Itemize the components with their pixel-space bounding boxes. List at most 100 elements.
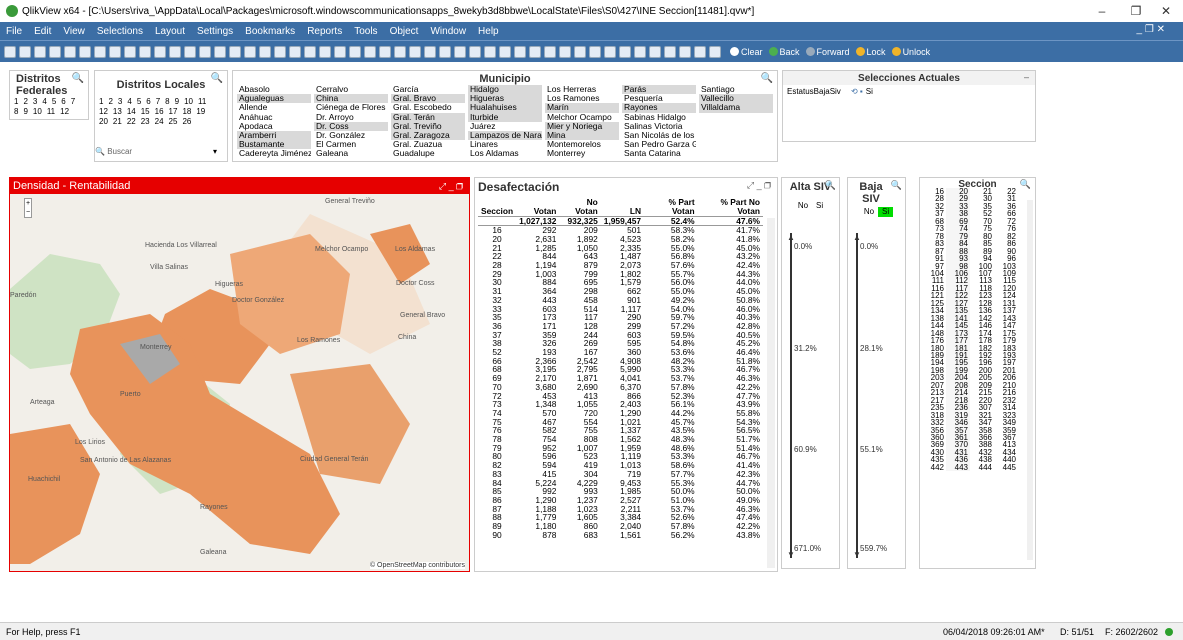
municipio-item[interactable]: Higueras xyxy=(468,94,542,104)
toolbar-tool-icon[interactable] xyxy=(439,45,451,58)
toolbar-tool-icon[interactable] xyxy=(604,45,616,58)
up-arrow-icon[interactable]: ▲ xyxy=(787,233,795,242)
baja-siv-no[interactable]: No xyxy=(860,207,878,217)
list-item[interactable]: 8 xyxy=(165,97,169,107)
toolbar-tool-icon[interactable] xyxy=(304,45,316,58)
toolbar-tool-icon[interactable] xyxy=(544,45,556,58)
search-icon[interactable]: 🔍 xyxy=(72,73,84,84)
table-row[interactable]: 70 3,680 2,690 6,370 57.8% 42.2% xyxy=(478,383,763,392)
toolbar-tool-icon[interactable] xyxy=(199,45,211,58)
list-item[interactable]: 16 xyxy=(155,107,164,117)
menu-help[interactable]: Help xyxy=(478,26,499,37)
toolbar-tool-icon[interactable] xyxy=(349,45,361,58)
toolbar-tool-icon[interactable] xyxy=(454,45,466,58)
list-item[interactable]: 10 xyxy=(33,107,42,117)
list-item[interactable]: 4 xyxy=(42,97,46,107)
municipio-item[interactable]: Apodaca xyxy=(237,122,311,131)
municipio-item[interactable]: Cadereyta Jiménez xyxy=(237,149,311,158)
list-item[interactable]: 19 xyxy=(196,107,205,117)
vertical-scrollbar[interactable] xyxy=(1027,200,1033,560)
list-item[interactable]: 21 xyxy=(113,117,122,127)
list-item[interactable]: 7 xyxy=(156,97,160,107)
toolbar-tool-icon[interactable] xyxy=(274,45,286,58)
toolbar-tool-icon[interactable] xyxy=(94,45,106,58)
table-row[interactable]: 38 326 269 595 54.8% 45.2% xyxy=(478,339,763,348)
unlock-button[interactable]: Unlock xyxy=(891,47,930,57)
menu-reports[interactable]: Reports xyxy=(307,26,342,37)
list-item[interactable]: 12 xyxy=(60,107,69,117)
search-icon[interactable]: 🔍 xyxy=(761,73,773,84)
list-item[interactable]: 2 xyxy=(23,97,27,107)
municipio-item[interactable]: Los Aldamas xyxy=(468,149,542,158)
menu-edit[interactable]: Edit xyxy=(34,26,51,37)
up-arrow-icon[interactable]: ▲ xyxy=(853,233,861,242)
list-item[interactable]: 10 xyxy=(184,97,193,107)
municipio-item[interactable]: Gral. Treviño xyxy=(391,121,465,132)
menu-selections[interactable]: Selections xyxy=(97,26,143,37)
municipio-item[interactable]: Vallecillo xyxy=(699,94,773,104)
toolbar-tool-icon[interactable] xyxy=(79,45,91,58)
municipio-item[interactable]: Guadalupe xyxy=(391,149,465,158)
municipio-item[interactable]: Galeana xyxy=(314,149,388,158)
toolbar-tool-icon[interactable] xyxy=(64,45,76,58)
table-row[interactable]: 30 884 695 1,579 56.0% 44.0% xyxy=(478,278,763,287)
list-item[interactable]: 23 xyxy=(141,117,150,127)
municipio-item[interactable]: El Carmen xyxy=(314,140,388,149)
column-header[interactable]: LN xyxy=(600,196,645,217)
municipio-item[interactable]: García xyxy=(391,85,465,94)
municipio-item[interactable]: Villaldama xyxy=(699,103,773,113)
toolbar-tool-icon[interactable] xyxy=(214,45,226,58)
toolbar-tool-icon[interactable] xyxy=(139,45,151,58)
municipio-item[interactable]: Marín xyxy=(545,103,619,113)
list-item[interactable]: 1 xyxy=(99,97,103,107)
toolbar-tool-icon[interactable] xyxy=(559,45,571,58)
table-row[interactable]: 90 878 683 1,561 56.2% 43.8% xyxy=(478,531,763,540)
baja-siv-si-selected[interactable]: Si xyxy=(878,207,894,217)
list-item[interactable]: 5 xyxy=(52,97,56,107)
toolbar-tool-icon[interactable] xyxy=(409,45,421,58)
column-header[interactable]: No Votan xyxy=(559,196,601,217)
menu-object[interactable]: Object xyxy=(390,26,419,37)
toolbar-tool-icon[interactable] xyxy=(499,45,511,58)
municipio-item[interactable]: Parás xyxy=(622,85,696,95)
clear-selection-icon[interactable]: ⟲ ▪ xyxy=(851,87,863,96)
toolbar-tool-icon[interactable] xyxy=(484,45,496,58)
lock-button[interactable]: Lock xyxy=(855,47,886,57)
list-item[interactable]: 9 xyxy=(23,107,27,117)
toolbar-tool-icon[interactable] xyxy=(4,45,16,58)
municipio-item[interactable]: Dr. Coss xyxy=(314,121,388,132)
close-button[interactable]: ✕ xyxy=(1149,0,1183,22)
municipio-item[interactable]: Santiago xyxy=(699,85,773,94)
toolbar-tool-icon[interactable] xyxy=(364,45,376,58)
forward-button[interactable]: Forward xyxy=(805,47,850,57)
toolbar-tool-icon[interactable] xyxy=(229,45,241,58)
table-row[interactable]: 31 364 298 662 55.0% 45.0% xyxy=(478,287,763,296)
menu-bookmarks[interactable]: Bookmarks xyxy=(245,26,295,37)
municipio-item[interactable]: Monterrey xyxy=(545,149,619,158)
back-button[interactable]: Back xyxy=(768,47,800,57)
clear-button[interactable]: Clear xyxy=(730,47,763,57)
municipio-item[interactable]: Gral. Bravo xyxy=(391,94,465,104)
municipio-item[interactable]: Allende xyxy=(237,103,311,112)
municipio-item[interactable]: Pesquería xyxy=(622,94,696,103)
minimize-button[interactable]: – xyxy=(1085,0,1119,22)
toolbar-tool-icon[interactable] xyxy=(634,45,646,58)
list-item[interactable]: 3 xyxy=(118,97,122,107)
table-row[interactable]: 82 594 419 1,013 58.6% 41.4% xyxy=(478,461,763,470)
toolbar-tool-icon[interactable] xyxy=(424,45,436,58)
list-item[interactable]: 11 xyxy=(198,97,206,107)
municipio-item[interactable]: Iturbide xyxy=(468,112,542,122)
search-icon[interactable]: 🔍 xyxy=(825,180,836,191)
toolbar-tool-icon[interactable] xyxy=(664,45,676,58)
municipio-item[interactable]: Abasolo xyxy=(237,85,311,94)
toolbar-tool-icon[interactable] xyxy=(19,45,31,58)
menu-tools[interactable]: Tools xyxy=(354,26,377,37)
municipio-item[interactable]: Gral. Zaragoza xyxy=(391,131,465,141)
list-item[interactable]: 443 xyxy=(946,463,970,472)
municipio-item[interactable]: Gral. Escobedo xyxy=(391,103,465,112)
toolbar-tool-icon[interactable] xyxy=(319,45,331,58)
toolbar-tool-icon[interactable] xyxy=(124,45,136,58)
list-item[interactable]: 13 xyxy=(113,107,122,117)
table-row[interactable]: 33 603 514 1,117 54.0% 46.0% xyxy=(478,304,763,314)
municipio-item[interactable]: Los Herreras xyxy=(545,85,619,94)
